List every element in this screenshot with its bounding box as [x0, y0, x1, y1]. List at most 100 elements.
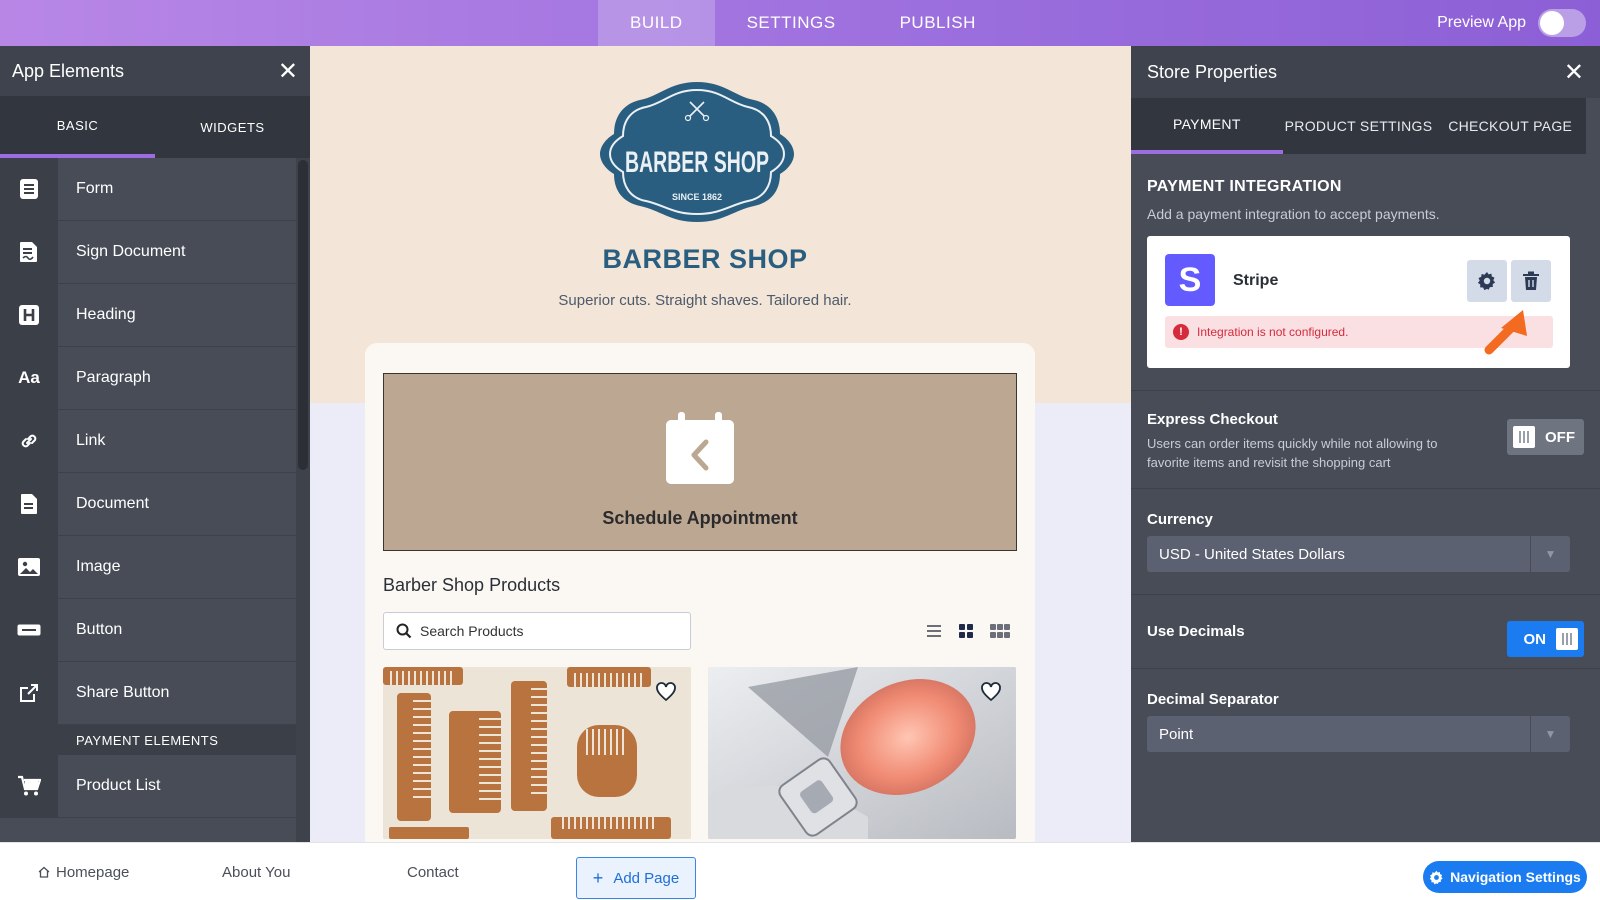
app-elements-header: App Elements ✕	[0, 46, 310, 96]
currency-value: USD - United States Dollars	[1159, 545, 1345, 563]
tab-product-settings[interactable]: PRODUCT SETTINGS	[1283, 98, 1435, 154]
app-elements-tabs: BASIC WIDGETS	[0, 96, 310, 158]
express-checkout-toggle[interactable]: OFF	[1507, 419, 1584, 455]
barber-shop-logo: BARBER SHOP SINCE 1862	[600, 82, 794, 222]
form-icon	[0, 157, 58, 221]
page-link-homepage[interactable]: Homepage	[38, 843, 129, 900]
calendar-back-icon	[666, 412, 734, 484]
schedule-appointment-button[interactable]: Schedule Appointment	[383, 373, 1017, 551]
element-label: Sign Document	[76, 243, 186, 260]
shop-title: BARBER SHOP	[602, 244, 808, 274]
page-navigation-bar: Homepage About You Contact + Add Page Na…	[0, 842, 1600, 900]
tab-publish[interactable]: PUBLISH	[868, 0, 1008, 46]
perfume-illustration	[708, 667, 1016, 839]
tab-build[interactable]: BUILD	[598, 0, 715, 46]
favorite-heart-icon[interactable]	[980, 681, 1002, 703]
product-image-perfume[interactable]	[708, 667, 1016, 839]
search-products-input[interactable]: Search Products	[383, 612, 691, 650]
link-icon	[0, 409, 58, 473]
left-panel-scrollbar[interactable]	[296, 158, 310, 842]
use-decimals-toggle[interactable]: ON	[1507, 621, 1584, 657]
logo-since-text: SINCE 1862	[672, 192, 722, 202]
element-label: Form	[76, 180, 114, 197]
element-paragraph[interactable]: Aa Paragraph	[0, 346, 296, 410]
stripe-settings-button[interactable]	[1467, 260, 1507, 302]
logo-main-text: BARBER SHOP	[625, 146, 769, 179]
integration-error-text: Integration is not configured.	[1197, 325, 1349, 339]
element-document[interactable]: Document	[0, 472, 296, 536]
navigation-settings-button[interactable]: Navigation Settings	[1423, 861, 1587, 893]
app-elements-title: App Elements	[12, 60, 125, 81]
stripe-name: Stripe	[1233, 272, 1279, 289]
tab-checkout-page[interactable]: CHECKOUT PAGE	[1434, 98, 1586, 154]
page-link-label: About You	[222, 863, 291, 881]
payment-integration-description: Add a payment integration to accept paym…	[1147, 206, 1440, 222]
tab-payment[interactable]: PAYMENT	[1131, 98, 1283, 154]
list-view-icon[interactable]	[925, 623, 943, 639]
element-sign-document[interactable]: Sign Document	[0, 220, 296, 284]
chevron-down-icon: ▼	[1530, 536, 1570, 572]
express-checkout-row: Express Checkout Users can order items q…	[1147, 411, 1584, 472]
schedule-appointment-label: Schedule Appointment	[602, 508, 798, 528]
decimal-separator-select[interactable]: Point ▼	[1147, 716, 1570, 752]
combs-illustration	[383, 667, 691, 839]
app-canvas: BARBER SHOP SINCE 1862 BARBER SHOP Super…	[310, 46, 1131, 842]
cart-icon	[0, 754, 58, 818]
element-label: Share Button	[76, 684, 170, 701]
product-image-combs[interactable]	[383, 667, 691, 839]
preview-app-toggle[interactable]	[1538, 9, 1586, 37]
add-page-label: Add Page	[613, 869, 680, 887]
element-label: Document	[76, 495, 149, 512]
sign-document-icon	[0, 220, 58, 284]
shop-tagline: Superior cuts. Straight shaves. Tailored…	[558, 292, 852, 309]
button-icon	[0, 598, 58, 662]
page-link-label: Homepage	[56, 863, 130, 881]
element-image[interactable]: Image	[0, 535, 296, 599]
search-icon	[396, 623, 412, 639]
element-form[interactable]: Form	[0, 157, 296, 221]
payment-settings-body: PAYMENT INTEGRATION Add a payment integr…	[1131, 178, 1600, 368]
compact-grid-view-icon[interactable]	[989, 623, 1011, 639]
toggle-knob	[1513, 426, 1535, 448]
page-link-label: Contact	[407, 863, 459, 881]
top-tabs: BUILD SETTINGS PUBLISH	[598, 0, 1008, 46]
close-icon[interactable]: ✕	[1564, 58, 1584, 87]
stripe-integration-card: S Stripe ! Integration is not configured…	[1147, 236, 1570, 368]
element-label: Paragraph	[76, 369, 151, 386]
page-link-contact[interactable]: Contact	[407, 843, 459, 900]
top-bar: BUILD SETTINGS PUBLISH Preview App	[0, 0, 1600, 46]
decimal-separator-title: Decimal Separator	[1147, 691, 1279, 708]
element-heading[interactable]: Heading	[0, 283, 296, 347]
tab-settings[interactable]: SETTINGS	[715, 0, 868, 46]
element-list: Form Sign Document Heading Aa Paragraph …	[0, 157, 296, 818]
tab-basic[interactable]: BASIC	[0, 96, 155, 158]
favorite-heart-icon[interactable]	[655, 681, 677, 703]
element-button[interactable]: Button	[0, 598, 296, 662]
element-label: Image	[76, 558, 121, 575]
close-icon[interactable]: ✕	[278, 57, 298, 86]
payment-elements-section: PAYMENT ELEMENTS	[0, 725, 296, 755]
stripe-delete-button[interactable]	[1511, 260, 1551, 302]
decimal-separator-value: Point	[1159, 725, 1194, 743]
express-checkout-description: Users can order items quickly while not …	[1147, 436, 1438, 470]
tab-widgets[interactable]: WIDGETS	[155, 96, 310, 158]
navigation-settings-label: Navigation Settings	[1450, 869, 1581, 885]
element-label: Product List	[76, 777, 161, 794]
element-link[interactable]: Link	[0, 409, 296, 473]
document-icon	[0, 472, 58, 536]
grid-view-icon[interactable]	[957, 623, 975, 639]
use-decimals-row: Use Decimals ON	[1147, 621, 1584, 657]
scrollbar-thumb[interactable]	[298, 160, 308, 470]
currency-select[interactable]: USD - United States Dollars ▼	[1147, 536, 1570, 572]
view-mode-switcher	[925, 623, 1011, 639]
page-link-about-you[interactable]: About You	[222, 843, 290, 900]
store-properties-title: Store Properties	[1147, 61, 1278, 82]
express-checkout-state: OFF	[1545, 428, 1575, 446]
element-product-list[interactable]: Product List	[0, 754, 296, 818]
store-properties-header: Store Properties ✕	[1131, 46, 1600, 98]
add-page-button[interactable]: + Add Page	[576, 857, 696, 899]
gear-icon	[1477, 272, 1496, 291]
paragraph-icon: Aa	[0, 346, 58, 410]
element-share-button[interactable]: Share Button	[0, 661, 296, 725]
currency-title: Currency	[1147, 511, 1213, 528]
